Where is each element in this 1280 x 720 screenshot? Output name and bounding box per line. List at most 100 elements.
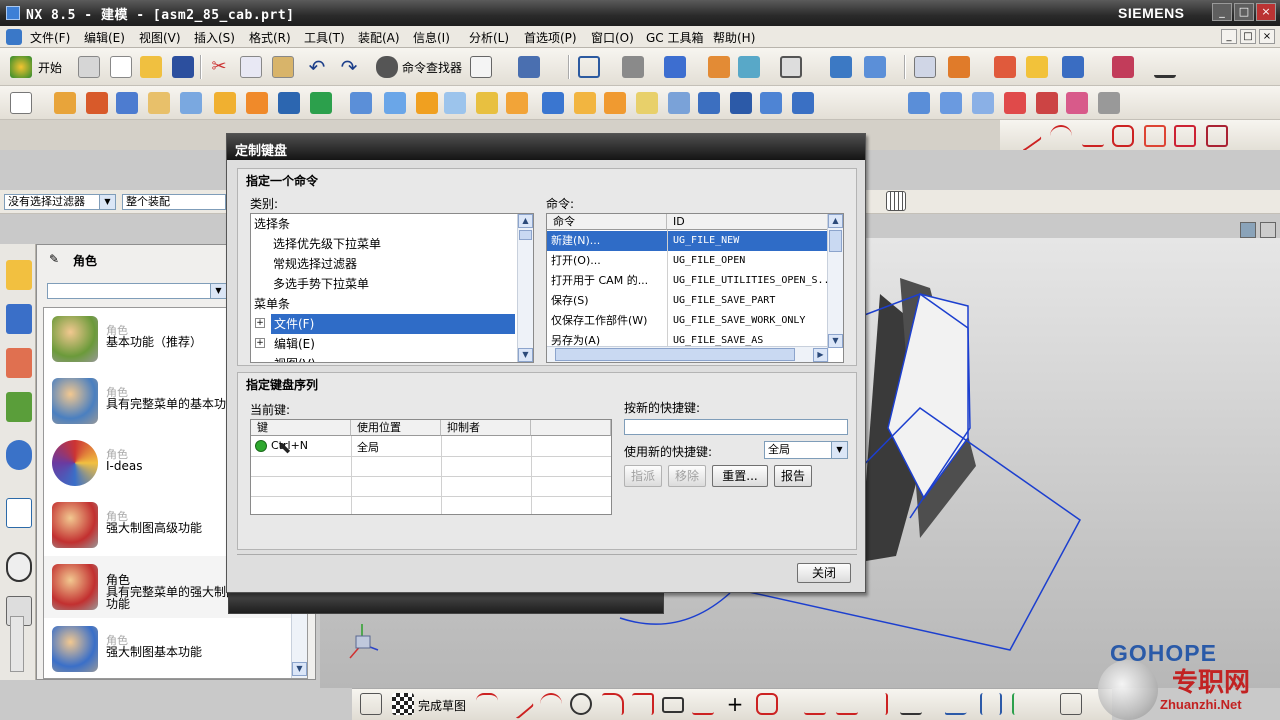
menu-preferences[interactable]: 首选项(P) [524,29,577,46]
suppressor-column-header[interactable]: 抑制者 [441,420,531,436]
through-curves-icon[interactable] [972,92,994,114]
maximize-button[interactable]: □ [1234,3,1254,21]
category-item-menu-bar[interactable]: 菜单条 [251,294,515,314]
start-label[interactable]: 开始 [38,59,62,76]
reset-button[interactable]: 重置... [712,465,768,487]
surface-icon[interactable] [908,92,930,114]
category-item-view[interactable]: 视图(V) [271,354,515,362]
studio-surface-icon[interactable] [1036,92,1058,114]
cut-icon[interactable]: ✂ [208,56,230,78]
print-icon[interactable] [78,56,100,78]
chevron-down-icon[interactable]: ▼ [99,195,115,209]
scale-body-icon[interactable] [730,92,752,114]
quick-extend-icon[interactable] [836,693,858,715]
polygon-sketch-icon[interactable] [756,693,778,715]
clip-section-icon[interactable] [830,56,852,78]
menu-assembly[interactable]: 装配(A) [358,29,400,46]
sketch-circle-icon[interactable] [570,693,592,715]
document-icon[interactable] [6,498,32,528]
fillet-surface-icon[interactable] [1066,92,1088,114]
profile-icon[interactable] [1112,125,1134,147]
table-row[interactable]: Ctrl+N 全局 [251,436,611,456]
expand-edit-icon[interactable]: + [255,338,265,348]
start-icon[interactable] [10,56,32,78]
chevron-down-icon[interactable]: ▼ [210,284,226,298]
command-row[interactable]: 打开用于 CAM 的... UG_FILE_UTILITIES_OPEN_S..… [547,271,833,291]
slot-icon[interactable] [246,92,268,114]
command-finder-label[interactable]: 命令查找器 [402,59,462,76]
shell-icon[interactable] [506,92,528,114]
unite-icon[interactable] [310,92,332,114]
command-hscrollbar[interactable]: ▶ [547,346,829,362]
assembly-navigator-icon[interactable] [6,260,32,290]
close-button[interactable]: 关闭 [797,563,851,583]
menu-analysis[interactable]: 分析(L) [469,29,509,46]
offset-face-icon[interactable] [698,92,720,114]
quick-pick-icon[interactable] [1026,56,1048,78]
rectangle-icon[interactable] [662,697,684,713]
edge-blend-icon[interactable] [444,92,466,114]
nx-app-icon[interactable] [6,6,20,20]
copy-icon[interactable] [240,56,262,78]
auto-constrain-icon[interactable] [1012,693,1034,715]
scroll-up-icon[interactable]: ▲ [518,214,533,228]
menu-file[interactable]: 文件(F) [30,29,70,46]
category-scrollbar[interactable]: ▲ ▼ [517,214,533,362]
extrude-icon[interactable] [54,92,76,114]
sphere-icon[interactable] [760,92,782,114]
mesh-surface-icon[interactable] [940,92,962,114]
category-item-file[interactable]: 文件(F) [271,314,515,334]
selection-icon[interactable] [518,56,540,78]
sketch-line-icon[interactable] [503,688,535,720]
scroll-thumb[interactable] [519,230,532,240]
hole-icon[interactable] [116,92,138,114]
scroll-down-icon[interactable]: ▼ [518,348,533,362]
menu-edit[interactable]: 编辑(E) [84,29,125,46]
assign-button[interactable]: 指派 [624,465,662,487]
menu-view[interactable]: 视图(V) [139,29,181,46]
minimize-button[interactable]: _ [1212,3,1232,21]
undo-icon[interactable]: ↶ [306,56,328,78]
finish-sketch-label[interactable]: 完成草图 [418,697,466,714]
chamfer-icon[interactable] [476,92,498,114]
mirror-icon[interactable] [604,92,626,114]
constraint-icon[interactable] [980,693,1002,715]
command-row[interactable]: 打开(O)... UG_FILE_OPEN [547,251,827,271]
menu-help[interactable]: 帮助(H) [713,29,755,46]
menu-information[interactable]: 信息(I) [413,29,450,46]
chevron-down-icon[interactable]: ▼ [831,442,847,458]
tube-icon[interactable] [792,92,814,114]
profile-curve-icon[interactable] [476,693,498,715]
scroll-up-icon[interactable]: ▲ [828,214,843,228]
ruler-icon[interactable] [1154,56,1176,78]
boss-icon[interactable] [148,92,170,114]
role-category-dropdown[interactable]: ▼ [47,283,227,299]
location-column-header[interactable]: 使用位置 [351,420,441,436]
command-column-header[interactable]: 命令 [547,214,667,230]
use-new-shortcut-dropdown[interactable]: 全局 ▼ [764,441,848,459]
remove-button[interactable]: 移除 [668,465,706,487]
render-style-icon[interactable] [622,56,644,78]
studio-spline-icon[interactable] [692,693,714,715]
view-orient-icon[interactable] [738,56,760,78]
viewport-restore-icon[interactable] [1240,222,1256,238]
block-icon[interactable] [350,92,372,114]
pin-icon[interactable]: ✎ [49,252,59,266]
display-section-icon[interactable] [864,56,886,78]
resource-bar-scrollbar[interactable] [10,616,24,672]
fillet-icon[interactable] [602,693,624,715]
web-browser-icon[interactable] [6,440,32,470]
quick-trim-icon[interactable] [804,693,826,715]
key-column-header[interactable]: 键 [251,420,351,436]
doc-close-button[interactable]: × [1259,29,1275,44]
shaded-view-icon[interactable] [664,56,686,78]
scroll-down-icon[interactable]: ▼ [828,334,843,348]
offset-curve-icon[interactable] [1174,125,1196,147]
chamfer-sketch-icon[interactable] [632,693,654,715]
reuse-library-icon[interactable] [6,392,32,422]
redo-icon[interactable]: ↷ [338,56,360,78]
grid-snap-icon[interactable] [886,191,906,211]
cylinder-icon[interactable] [384,92,406,114]
open-folder-icon[interactable] [140,56,162,78]
layout-icon[interactable] [470,56,492,78]
